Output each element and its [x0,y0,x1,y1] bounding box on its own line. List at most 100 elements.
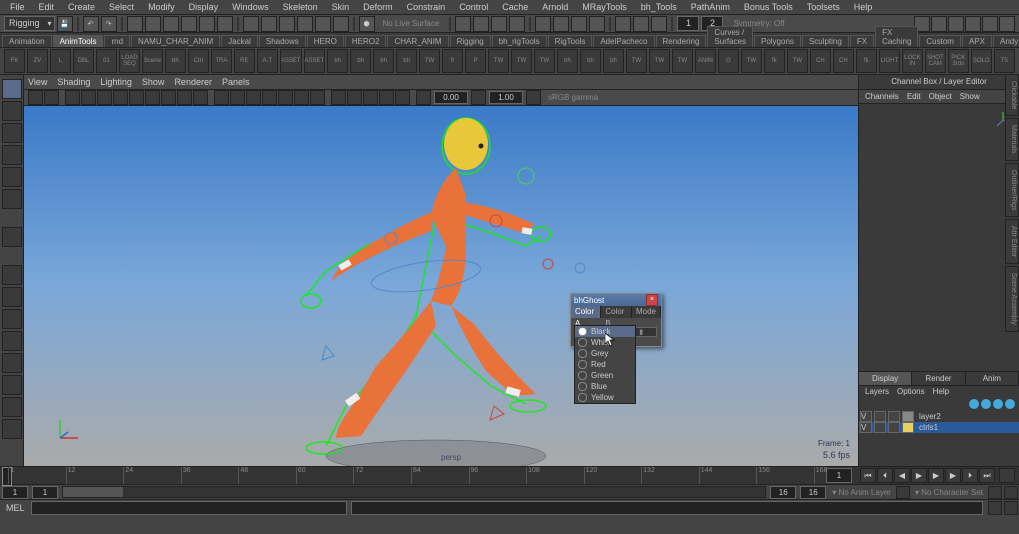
shelf-tab[interactable]: Jackal [221,35,258,47]
shelf-button[interactable]: SOLO [971,49,992,73]
playback-end[interactable]: 16 [770,486,796,499]
layer-color-swatch[interactable] [902,422,914,433]
layer-type-toggle[interactable] [888,422,900,433]
view-icon[interactable] [129,90,144,105]
shelf-button[interactable]: fk [856,49,877,73]
tool-icon[interactable] [181,16,197,32]
shelf-tab[interactable]: CHAR_ANIM [387,35,448,47]
menu-bonustools[interactable]: Bonus Tools [738,1,799,13]
viewmenu-item[interactable]: Panels [222,77,250,87]
viewport[interactable]: Frame: 1 5.6 fps persp [24,106,858,466]
cb-menu-item[interactable]: Show [960,92,980,101]
redo-icon[interactable]: ↷ [101,16,117,32]
select-tool-icon[interactable] [2,79,22,99]
cmd-input[interactable] [31,501,348,515]
close-icon[interactable]: × [646,294,658,306]
shelf-tab[interactable]: APX [962,35,992,47]
layer-type-toggle[interactable] [874,411,886,422]
bhghost-tab[interactable]: Color B [601,306,632,318]
shelf-button[interactable]: bh [580,49,601,73]
view-icon[interactable] [113,90,128,105]
shelf-button[interactable]: CH [810,49,831,73]
view-icon[interactable] [331,90,346,105]
shelf-button[interactable]: RE [234,49,255,73]
viewmenu-item[interactable]: Show [142,77,165,87]
play-back-button[interactable]: ▶ [911,468,927,483]
bhghost-titlebar[interactable]: bhGhost × [571,294,661,306]
color-option[interactable]: Green [575,370,635,381]
layout-icon[interactable] [2,287,22,307]
shelf-button[interactable]: LOCK IN [902,49,923,73]
menu-deform[interactable]: Deform [357,1,399,13]
layout-icon[interactable] [2,265,22,285]
shelf-tab[interactable]: Animation [2,35,52,47]
num-a[interactable]: 1 [677,16,699,31]
viewmenu-item[interactable]: View [28,77,47,87]
shelf-tab[interactable]: FX Caching [875,26,918,47]
shelf-button[interactable]: A-T [257,49,278,73]
snap-icon[interactable] [243,16,259,32]
view-icon[interactable] [246,90,261,105]
view-icon[interactable] [214,90,229,105]
pane-icon[interactable] [999,16,1015,32]
layer-type-toggle[interactable] [874,422,886,433]
layer-color-swatch[interactable] [902,411,914,422]
playback-start[interactable]: 1 [32,486,58,499]
play-button[interactable]: ▶ [928,468,944,483]
view-icon[interactable] [145,90,160,105]
view-icon[interactable] [347,90,362,105]
shelf-button[interactable]: ASSET [280,49,302,73]
menu-file[interactable]: File [4,1,31,13]
shelf-button[interactable]: FK [4,49,25,73]
side-tab[interactable]: Scene Assembly [1005,266,1019,332]
layout-icon[interactable] [2,353,22,373]
side-tab[interactable]: Clickable [1005,74,1019,116]
shelf-button[interactable]: bh [165,49,186,73]
layer-new-icon[interactable] [1005,399,1015,409]
color-option[interactable]: White [575,337,635,348]
shelf-button[interactable]: P [465,49,486,73]
shelf-tab[interactable]: AdelPacheco [593,35,654,47]
layout-icon[interactable] [2,375,22,395]
shelf-button[interactable]: DBL [73,49,94,73]
rotate-tool-icon[interactable] [2,167,22,187]
menu-bhtools[interactable]: bh_Tools [635,1,683,13]
snap-icon[interactable] [279,16,295,32]
layout-icon[interactable] [2,309,22,329]
render-icon[interactable] [589,16,605,32]
shelf-button[interactable]: G [718,49,739,73]
shelf-tab[interactable]: Curves / Surfaces [707,26,753,47]
shelf-button[interactable]: bh [327,49,348,73]
hist-icon[interactable] [509,16,525,32]
shelf-tab[interactable]: Shadows [259,35,306,47]
shelf-tab[interactable]: HERO [307,35,344,47]
autokey-icon[interactable] [988,486,1002,499]
shelf-tab[interactable]: Polygons [754,35,801,47]
shelf-button[interactable]: ANIM [695,49,716,73]
next-key-button[interactable]: ▶ [945,468,961,483]
shelf-button[interactable]: TS [994,49,1015,73]
shelf-button[interactable]: TW [419,49,440,73]
move-tool-icon[interactable] [2,145,22,165]
layer-type-toggle[interactable] [888,411,900,422]
viewmenu-item[interactable]: Lighting [100,77,132,87]
layer-vis-toggle[interactable]: V [860,411,872,422]
prefs-icon[interactable] [1004,486,1018,499]
help-line-icon[interactable] [1004,501,1018,515]
shelf-tab[interactable]: NAMU_CHAR_ANIM [131,35,220,47]
paint-tool-icon[interactable] [2,123,22,143]
shelf-button[interactable]: L [50,49,71,73]
layers-menu-item[interactable]: Layers [865,387,889,396]
shelf-tab[interactable]: HERO2 [345,35,387,47]
view-icon[interactable] [395,90,410,105]
viewmenu-item[interactable]: Renderer [174,77,212,87]
view-icon[interactable] [44,90,59,105]
shelf-tab[interactable]: AndyS2 [993,35,1019,47]
shelf-button[interactable]: fr [442,49,463,73]
shelf-button[interactable]: TW [787,49,808,73]
shelf-button[interactable]: Scene [142,49,163,73]
menu-help[interactable]: Help [848,1,879,13]
color-option[interactable]: Grey [575,348,635,359]
shelf-button[interactable]: SHOT CAM [925,49,946,73]
pane-icon[interactable] [931,16,947,32]
